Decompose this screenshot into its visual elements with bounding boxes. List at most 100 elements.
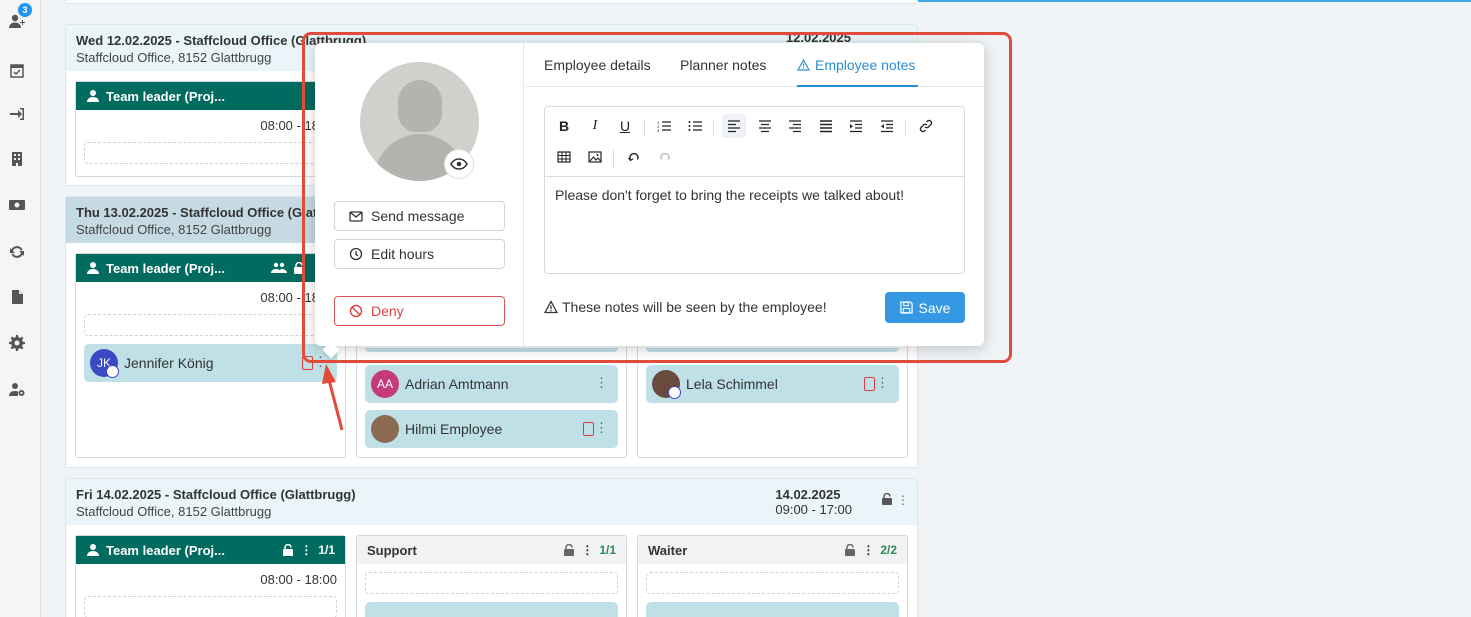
employee-name: Adrian Amtmann — [405, 376, 509, 392]
document-icon[interactable] — [583, 422, 594, 436]
warning-icon — [544, 300, 558, 314]
table-icon[interactable] — [552, 145, 576, 169]
unlock-icon[interactable] — [563, 544, 575, 556]
empty-slot[interactable] — [365, 572, 618, 594]
employee-item[interactable]: Lela Schimmel ⋮ — [646, 365, 899, 403]
clock-icon — [349, 247, 363, 261]
employee-item-partial[interactable] — [646, 602, 899, 617]
more-icon[interactable]: ⋮ — [897, 493, 909, 507]
calendar-check-icon[interactable] — [8, 61, 26, 79]
send-message-button[interactable]: Send message — [334, 201, 505, 231]
unlock-icon[interactable] — [881, 493, 893, 505]
align-left-icon[interactable] — [722, 114, 746, 138]
undo-icon[interactable] — [622, 145, 646, 169]
shift-card[interactable]: Support ⋮ 1/1 — [356, 535, 627, 617]
bold-icon[interactable]: B — [552, 114, 576, 138]
empty-slot[interactable] — [646, 572, 899, 594]
document-icon[interactable] — [864, 377, 875, 391]
more-icon[interactable]: ⋮ — [595, 375, 608, 391]
shift-header[interactable]: Team leader (Proj... — [76, 254, 345, 282]
more-icon[interactable]: ⋮ — [595, 420, 608, 436]
sign-in-icon[interactable] — [8, 105, 26, 123]
ban-icon — [349, 304, 363, 318]
tab-planner-notes[interactable]: Planner notes — [680, 57, 766, 73]
redo-icon[interactable] — [653, 145, 677, 169]
more-icon[interactable]: ⋮ — [300, 543, 312, 557]
shift-card[interactable]: Team leader (Proj... ⋮ 1/1 08:00 - 18:00 — [75, 535, 346, 617]
day-group-fri: Fri 14.02.2025 - Staffcloud Office (Glat… — [65, 478, 918, 617]
shift-time: 08:00 - 18:00 — [260, 572, 337, 587]
employee-name: Lela Schimmel — [686, 376, 778, 392]
employee-item[interactable]: Hilmi Employee ⋮ — [365, 410, 618, 448]
link-icon[interactable] — [914, 114, 938, 138]
employee-name: Hilmi Employee — [405, 421, 503, 437]
shift-header[interactable]: Support ⋮ 1/1 — [357, 536, 626, 564]
edit-hours-button[interactable]: Edit hours — [334, 239, 505, 269]
sidebar: 3 — [0, 0, 41, 617]
more-icon[interactable]: ⋮ — [862, 543, 874, 557]
group-icon[interactable] — [271, 262, 287, 274]
employee-item[interactable]: JK Jennifer König ⋮ — [84, 344, 337, 382]
ordered-list-icon[interactable]: 123 — [652, 114, 676, 138]
align-center-icon[interactable] — [753, 114, 777, 138]
employee-item-partial — [365, 348, 618, 352]
shift-header[interactable]: Team leader (Proj... ⋮ 1/1 — [76, 536, 345, 564]
empty-slot[interactable] — [84, 314, 337, 336]
building-icon[interactable] — [8, 150, 26, 168]
avatar-photo — [652, 370, 681, 399]
employee-item-partial — [646, 348, 899, 352]
outdent-icon[interactable] — [875, 114, 899, 138]
italic-icon[interactable]: I — [583, 114, 607, 138]
shift-card[interactable]: Team leader (Proj... 08:00 - 18:00 — [75, 81, 346, 177]
editor-toolbar: B I U 123 — [545, 107, 964, 177]
employee-item-partial[interactable] — [365, 602, 618, 617]
bullet-list-icon[interactable] — [683, 114, 707, 138]
indent-icon[interactable] — [844, 114, 868, 138]
day-group-previous — [65, 0, 918, 4]
image-icon[interactable] — [583, 145, 607, 169]
shift-header[interactable]: Waiter ⋮ 2/2 — [638, 536, 907, 564]
document-icon[interactable] — [302, 356, 313, 370]
employee-name: Jennifer König — [124, 355, 214, 371]
tab-employee-details[interactable]: Employee details — [544, 57, 651, 73]
file-icon[interactable] — [8, 288, 26, 306]
more-icon[interactable]: ⋮ — [876, 375, 889, 391]
empty-slot[interactable] — [84, 142, 337, 164]
shift-card[interactable]: Team leader (Proj... 08:00 - 18:00 JK Je… — [75, 253, 346, 458]
shift-count: 2/2 — [880, 543, 897, 557]
unlock-icon[interactable] — [293, 262, 305, 274]
person-icon — [87, 544, 99, 556]
shift-count: 1/1 — [318, 543, 335, 557]
refresh-icon[interactable] — [8, 243, 26, 261]
eye-icon[interactable] — [444, 149, 474, 179]
gear-icon[interactable] — [8, 334, 26, 352]
unlock-icon[interactable] — [282, 544, 294, 556]
avatar-photo — [371, 415, 399, 443]
user-gear-icon[interactable] — [8, 380, 26, 398]
envelope-icon — [349, 211, 363, 222]
align-justify-icon[interactable] — [814, 114, 838, 138]
active-tab-indicator — [797, 85, 918, 87]
unlock-icon[interactable] — [844, 544, 856, 556]
save-button[interactable]: Save — [885, 292, 965, 323]
shift-header[interactable]: Team leader (Proj... — [76, 82, 345, 110]
empty-slot[interactable] — [84, 596, 337, 617]
employee-item[interactable]: AA Adrian Amtmann ⋮ — [365, 365, 618, 403]
notification-badge: 3 — [18, 3, 32, 17]
notes-editor-content[interactable]: Please don't forget to bring the receipt… — [545, 177, 964, 213]
visibility-warning: These notes will be seen by the employee… — [544, 299, 827, 315]
svg-text:3: 3 — [657, 128, 660, 133]
deny-button[interactable]: Deny — [334, 296, 505, 326]
notes-editor[interactable]: B I U 123 Please don't forget to bring t… — [544, 106, 965, 274]
align-right-icon[interactable] — [783, 114, 807, 138]
person-icon — [87, 262, 99, 274]
shift-name: Team leader (Proj... — [106, 542, 225, 558]
more-icon[interactable]: ⋮ — [581, 543, 593, 557]
employee-popover: Send message Edit hours Deny Employee de… — [315, 43, 984, 359]
money-icon[interactable] — [8, 196, 26, 214]
shift-card[interactable]: Waiter ⋮ 2/2 — [637, 535, 908, 617]
underline-icon[interactable]: U — [613, 114, 637, 138]
tab-employee-notes[interactable]: Employee notes — [796, 57, 915, 73]
avatar: JK — [90, 349, 119, 378]
day-time: 09:00 - 17:00 — [775, 502, 852, 517]
